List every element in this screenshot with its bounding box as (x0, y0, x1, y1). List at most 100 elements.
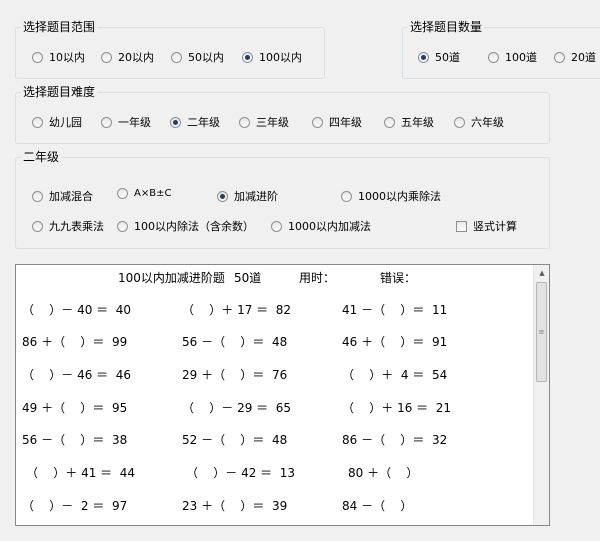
radio-icon[interactable] (384, 116, 395, 128)
problem: （ ）＋ 4 ＝ 54 (342, 368, 448, 382)
problem: （ ）－ 40 ＝ 40 (22, 303, 132, 317)
problem: （ ）－ 46 ＝ 46 (22, 368, 132, 382)
radio-icon[interactable] (488, 51, 499, 63)
problem: （ ）－ 29 ＝ 65 (182, 401, 292, 415)
count-radio-100[interactable]: 100道 (488, 49, 537, 65)
problem: 56 －（ ）＝ 38 (22, 433, 128, 447)
difficulty-radio-grade6[interactable]: 六年级 (454, 114, 504, 130)
problem-row: （ ）－ 40 ＝ 40 （ ）＋ 17 ＝ 82 41 －（ ）＝ 11 (16, 301, 536, 321)
radio-icon[interactable] (239, 116, 250, 128)
time-label: 用时： (299, 271, 336, 285)
radio-icon[interactable] (341, 190, 352, 202)
difficulty-radio-label: 幼儿园 (49, 116, 82, 129)
count-radio-label: 50道 (435, 51, 460, 64)
range-radio-10[interactable]: 10以内 (32, 49, 85, 65)
type-radio-label: 九九表乘法 (49, 220, 104, 233)
type-radio-label: 加减混合 (49, 190, 93, 203)
worksheet-title: 100以内加减进阶题 (118, 271, 225, 285)
radio-icon[interactable] (117, 220, 128, 232)
problem: （ ）－ 42 ＝ 13 (186, 466, 296, 480)
difficulty-radio-label: 六年级 (471, 116, 504, 129)
range-radio-100[interactable]: 100以内 (242, 49, 302, 65)
problem: 86 －（ ）＝ 32 (342, 433, 448, 447)
range-radio-label: 50以内 (188, 51, 224, 64)
problem-row: （ ）－ 46 ＝ 46 29 ＋（ ）＝ 76 （ ）＋ 4 ＝ 54 (16, 366, 536, 386)
type-group: 二年级 加减混合 A×B±C 加减进阶 1000以内乘除法 九九表乘法 100以… (15, 150, 550, 249)
difficulty-radio-label: 二年级 (187, 116, 220, 129)
scroll-thumb-grip-icon: ≡ (538, 328, 545, 336)
difficulty-radio-label: 三年级 (256, 116, 289, 129)
range-radio-label: 10以内 (49, 51, 85, 64)
range-radio-label: 100以内 (259, 51, 302, 64)
difficulty-radio-grade4[interactable]: 四年级 (312, 114, 362, 130)
problem: （ ）－ 2 ＝ 97 (22, 499, 128, 513)
type-radio-label: 加减进阶 (234, 190, 278, 203)
range-radio-20[interactable]: 20以内 (101, 49, 154, 65)
count-radio-50[interactable]: 50道 (418, 49, 460, 65)
type-radio-times-table[interactable]: 九九表乘法 (32, 218, 104, 234)
count-group-title: 选择题目数量 (408, 20, 485, 35)
radio-icon[interactable] (117, 188, 128, 199)
radio-icon[interactable] (312, 116, 323, 128)
radio-icon[interactable] (454, 116, 465, 128)
problem-row: （ ）＋ 41 ＝ 44 （ ）－ 42 ＝ 13 80 ＋（ ） (16, 464, 536, 484)
problem: 23 ＋（ ）＝ 39 (182, 499, 288, 513)
difficulty-radio-grade3[interactable]: 三年级 (239, 114, 289, 130)
type-radio-axb[interactable]: A×B±C (117, 188, 171, 199)
radio-icon[interactable] (32, 116, 43, 128)
problem: 29 ＋（ ）＝ 76 (182, 368, 288, 382)
vertical-scrollbar[interactable]: ▲ ≡ (533, 265, 549, 525)
radio-icon[interactable] (554, 51, 565, 63)
error-label: 错误： (380, 271, 417, 285)
range-group-title: 选择题目范围 (21, 20, 98, 35)
problem: （ ）＋ 41 ＝ 44 (26, 466, 136, 480)
difficulty-radio-grade2[interactable]: 二年级 (170, 114, 220, 130)
problem: （ ）＋ 16 ＝ 21 (342, 401, 452, 415)
type-radio-label: 1000以内加减法 (288, 220, 371, 233)
count-radio-label: 20道 (571, 51, 596, 64)
type-group-title: 二年级 (21, 150, 62, 165)
type-radio-addsub1000[interactable]: 1000以内加减法 (271, 218, 371, 234)
difficulty-radio-grade1[interactable]: 一年级 (101, 114, 151, 130)
vertical-calc-checkbox[interactable]: 竖式计算 (456, 218, 517, 234)
problem: 56 －（ ）＝ 48 (182, 335, 288, 349)
checkbox-icon[interactable] (456, 220, 467, 232)
problem: 80 ＋（ ） (348, 466, 419, 480)
radio-selected-icon[interactable] (418, 51, 429, 63)
type-radio-label: 100以内除法（含余数） (134, 220, 254, 233)
radio-selected-icon[interactable] (242, 51, 253, 63)
problem: （ ）＋ 17 ＝ 82 (182, 303, 292, 317)
radio-selected-icon[interactable] (217, 190, 228, 202)
problem: 52 －（ ）＝ 48 (182, 433, 288, 447)
radio-icon[interactable] (32, 51, 43, 63)
radio-icon[interactable] (101, 116, 112, 128)
radio-icon[interactable] (101, 51, 112, 63)
count-group: 选择题目数量 50道 100道 20道 (402, 20, 600, 79)
radio-icon[interactable] (32, 220, 43, 232)
range-radio-50[interactable]: 50以内 (171, 49, 224, 65)
difficulty-radio-grade5[interactable]: 五年级 (384, 114, 434, 130)
worksheet-output[interactable]: 100以内加减进阶题 50道 用时： 错误： （ ）－ 40 ＝ 40 （ ）＋… (15, 264, 550, 526)
difficulty-radio-label: 五年级 (401, 116, 434, 129)
problem-row: （ ）－ 2 ＝ 97 23 ＋（ ）＝ 39 84 －（ ） (16, 497, 536, 517)
problem: 41 －（ ）＝ 11 (342, 303, 448, 317)
problem: 86 ＋（ ）＝ 99 (22, 335, 128, 349)
radio-icon[interactable] (171, 51, 182, 63)
scroll-thumb[interactable]: ≡ (536, 282, 547, 382)
radio-icon[interactable] (32, 190, 43, 202)
problem-row: 56 －（ ）＝ 38 52 －（ ）＝ 48 86 －（ ）＝ 32 (16, 431, 536, 451)
type-radio-mixed[interactable]: 加减混合 (32, 188, 93, 204)
problem: 84 －（ ） (342, 499, 413, 513)
radio-icon[interactable] (271, 220, 282, 232)
type-radio-label: 1000以内乘除法 (358, 190, 441, 203)
worksheet-count: 50道 (234, 271, 262, 285)
range-radio-label: 20以内 (118, 51, 154, 64)
scroll-up-arrow-icon[interactable]: ▲ (534, 265, 549, 281)
type-radio-muldiv1000[interactable]: 1000以内乘除法 (341, 188, 441, 204)
problem-row: 49 ＋（ ）＝ 95 （ ）－ 29 ＝ 65 （ ）＋ 16 ＝ 21 (16, 399, 536, 419)
count-radio-20[interactable]: 20道 (554, 49, 596, 65)
difficulty-radio-kindergarten[interactable]: 幼儿园 (32, 114, 82, 130)
type-radio-advanced[interactable]: 加减进阶 (217, 188, 278, 204)
type-radio-division-remainder[interactable]: 100以内除法（含余数） (117, 218, 254, 234)
radio-selected-icon[interactable] (170, 116, 181, 128)
